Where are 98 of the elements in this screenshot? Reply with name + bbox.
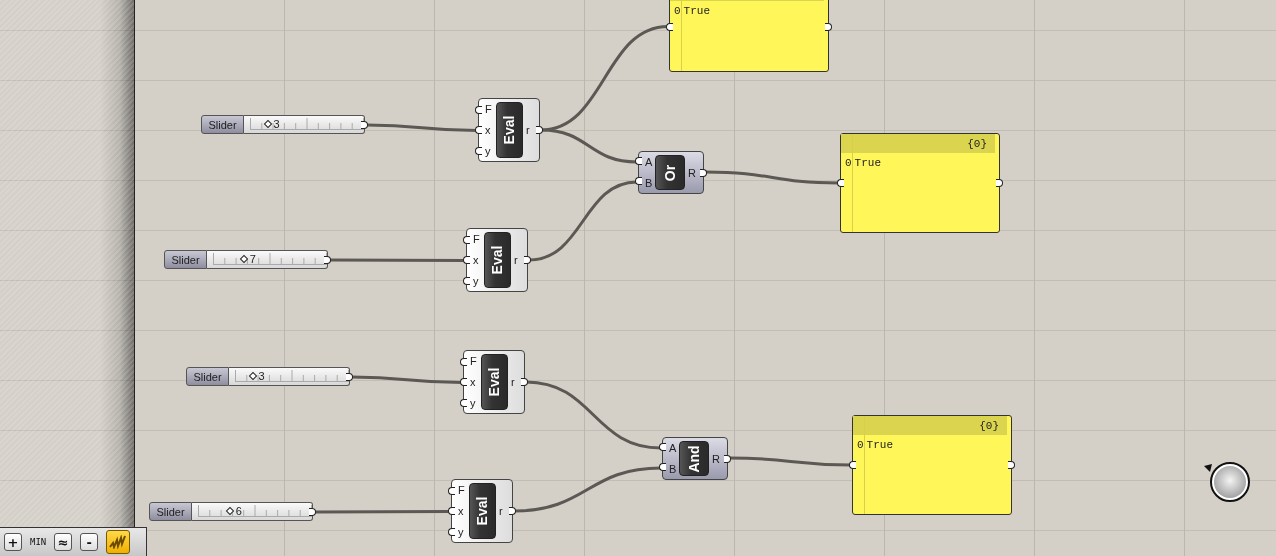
output-grip[interactable] [700, 168, 707, 177]
evaluate-component[interactable]: F x y Eval r [466, 228, 528, 292]
navigation-compass-icon[interactable] [1203, 461, 1253, 505]
output-grip[interactable] [509, 507, 516, 515]
item-index: 0 [857, 439, 864, 451]
input-grip[interactable] [475, 146, 482, 155]
item-index: 0 [674, 5, 681, 17]
input-label: x [485, 124, 492, 136]
number-slider[interactable]: Slider 7 [164, 250, 328, 269]
input-grip[interactable] [460, 378, 467, 386]
input-grip[interactable] [666, 22, 673, 31]
output-grip[interactable] [536, 126, 543, 134]
evaluate-component[interactable]: F x y Eval r [463, 350, 525, 414]
panel[interactable]: 0 True [669, 0, 829, 72]
output-grip[interactable] [1008, 461, 1015, 469]
item-value: True [854, 157, 881, 169]
input-grip[interactable] [837, 179, 844, 187]
output-label: r [511, 376, 515, 388]
slider-value: 3 [258, 370, 265, 382]
input-label: F [470, 355, 477, 368]
output-grip[interactable] [309, 508, 316, 516]
input-label: F [458, 484, 465, 497]
input-grip[interactable] [448, 527, 455, 536]
slider-label: Slider [186, 367, 229, 386]
wave-icon[interactable] [106, 530, 131, 554]
input-grip[interactable] [635, 177, 642, 185]
component-name: Eval [474, 496, 491, 526]
input-label: F [473, 233, 480, 246]
output-grip[interactable] [346, 373, 353, 381]
toolbar-button[interactable]: ≈ [54, 533, 73, 551]
number-slider[interactable]: Slider 6 [149, 502, 313, 521]
slider-value: 6 [235, 505, 242, 517]
component-name: And [686, 444, 702, 473]
toolbar-button[interactable]: - [80, 533, 99, 551]
evaluate-component[interactable]: F x y Eval r [478, 98, 540, 162]
slider-track[interactable]: 3 [229, 367, 350, 386]
input-grip[interactable] [659, 463, 666, 471]
output-grip[interactable] [996, 179, 1003, 187]
slider-track[interactable]: 6 [192, 502, 313, 521]
slider-track[interactable]: 7 [207, 250, 328, 269]
input-label: y [485, 144, 492, 157]
item-index: 0 [845, 157, 852, 169]
slider-value: 3 [273, 118, 280, 130]
input-grip[interactable] [448, 486, 455, 495]
input-label: A [645, 156, 653, 169]
input-grip[interactable] [849, 461, 856, 469]
item-value: True [866, 439, 893, 451]
input-grip[interactable] [659, 443, 666, 451]
output-grip[interactable] [524, 256, 531, 264]
input-label: A [669, 442, 677, 455]
input-label: B [669, 462, 677, 475]
input-grip[interactable] [460, 398, 467, 407]
input-label: y [458, 525, 465, 538]
output-label: r [499, 505, 503, 517]
slider-label: Slider [164, 250, 207, 269]
output-label: r [514, 254, 518, 266]
number-slider[interactable]: Slider 3 [186, 367, 350, 386]
output-grip[interactable] [521, 378, 528, 386]
evaluate-component[interactable]: F x y Eval r [451, 479, 513, 543]
input-grip[interactable] [463, 235, 470, 244]
input-label: x [470, 376, 477, 388]
output-label: r [526, 124, 530, 136]
output-grip[interactable] [724, 454, 731, 463]
item-value: True [683, 5, 710, 17]
input-grip[interactable] [463, 276, 470, 285]
input-grip[interactable] [635, 157, 642, 165]
output-label: R [688, 166, 696, 179]
slider-thumb[interactable] [248, 371, 257, 381]
panel[interactable]: {0} 0 True [840, 133, 1000, 233]
slider-label: Slider [149, 502, 192, 521]
panel[interactable]: {0} 0 True [852, 415, 1012, 515]
component-name: Eval [501, 115, 518, 145]
component-name: Eval [486, 367, 503, 397]
output-grip[interactable] [361, 121, 368, 129]
component-name: Or [662, 164, 678, 181]
input-grip[interactable] [448, 507, 455, 515]
toolbar-button[interactable]: + [4, 533, 22, 551]
toolbar-button[interactable]: MIN [30, 533, 47, 551]
number-slider[interactable]: Slider 3 [201, 115, 365, 134]
input-grip[interactable] [475, 105, 482, 114]
path-label: {0} [967, 137, 987, 150]
input-label: y [473, 274, 480, 287]
slider-label: Slider [201, 115, 244, 134]
input-label: B [645, 176, 653, 189]
slider-track[interactable]: 3 [244, 115, 365, 134]
input-grip[interactable] [463, 256, 470, 264]
component-name: Eval [489, 245, 506, 275]
input-label: x [458, 505, 465, 517]
slider-value: 7 [249, 253, 256, 265]
input-label: x [473, 254, 480, 266]
output-grip[interactable] [324, 256, 331, 264]
input-grip[interactable] [460, 357, 467, 366]
path-label: {0} [979, 419, 999, 432]
input-label: F [485, 103, 492, 116]
output-label: R [712, 452, 720, 465]
input-label: y [470, 396, 477, 409]
input-grip[interactable] [475, 126, 482, 134]
output-grip[interactable] [825, 22, 832, 31]
